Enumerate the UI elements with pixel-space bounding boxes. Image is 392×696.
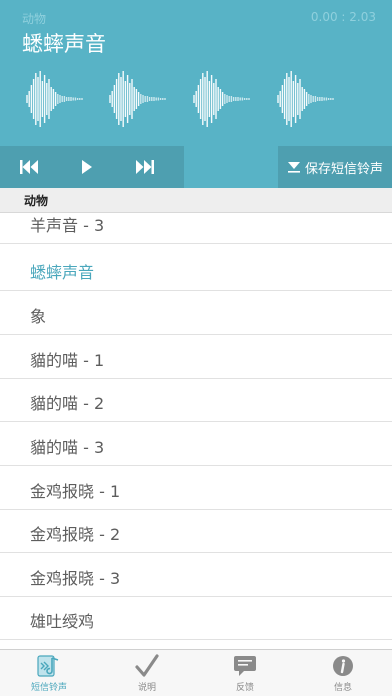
tab-label: 说明 [137, 683, 156, 693]
list-item-label: 金鸡报晓 - 3 [30, 569, 121, 588]
ringtone-icon [37, 655, 59, 677]
tab-instructions[interactable]: 说明 [98, 650, 196, 696]
player-controls: 保存短信铃声 [0, 146, 392, 188]
previous-button[interactable] [0, 146, 58, 188]
list-item-label: 貓的喵 - 3 [30, 438, 105, 457]
list-item[interactable]: 貓的喵 - 1 [0, 336, 392, 379]
list-item[interactable]: 金鸡报晓 - 2 [0, 510, 392, 553]
list-item[interactable]: 雄吐绶鸡 [0, 597, 392, 640]
list-item-label: 金鸡报晓 - 2 [30, 525, 121, 544]
list-item-label: 雄吐绶鸡 [30, 612, 95, 631]
list-item[interactable]: 金鸡报晓 - 3 [0, 554, 392, 597]
tab-ringtones[interactable]: 短信铃声 [0, 650, 98, 696]
category-label: 动物 [22, 12, 47, 26]
skip-back-icon [20, 160, 38, 174]
checkmark-icon [135, 654, 159, 677]
list-item-label: 金鸡报晓 - 1 [30, 482, 121, 501]
list-item-label: 蟋蟀声音 [30, 263, 95, 282]
list-item[interactable]: 金鸡报晓 - 1 [0, 467, 392, 510]
info-icon [333, 656, 353, 676]
sound-list: 羊声音 - 3 蟋蟀声音 象 貓的喵 - 1 貓的喵 - 2 貓的喵 - 3 金… [0, 213, 392, 649]
section-title: 动物 [24, 194, 49, 208]
list-item-label: 貓的喵 - 1 [30, 351, 105, 370]
save-ringtone-button[interactable]: 保存短信铃声 [278, 146, 392, 188]
section-header: 动物 [0, 188, 392, 213]
list-item[interactable]: 貓的喵 - 3 [0, 423, 392, 466]
tab-label: 短信铃声 [30, 683, 67, 693]
time-readout: 0.00 : 2.03 [310, 10, 376, 24]
list-item[interactable]: 象 [0, 292, 392, 335]
list-item[interactable]: 羊声音 - 3 [0, 213, 392, 244]
list-item[interactable]: 貓的喵 - 2 [0, 379, 392, 422]
tab-info[interactable]: 信息 [294, 650, 392, 696]
skip-forward-icon [136, 160, 154, 174]
tab-label: 反馈 [235, 683, 254, 693]
list-item-label: 羊声音 - 3 [30, 216, 105, 235]
tab-feedback[interactable]: 反馈 [196, 650, 294, 696]
download-icon [287, 162, 300, 173]
transport-controls [0, 146, 184, 188]
waveform[interactable] [0, 68, 392, 130]
next-button[interactable] [116, 146, 174, 188]
chat-bubble-icon [234, 656, 256, 676]
tab-bar: 短信铃声 说明 反馈 信息 [0, 649, 392, 696]
list-item-selected[interactable]: 蟋蟀声音 [0, 248, 392, 291]
list-item-label: 貓的喵 - 2 [30, 394, 105, 413]
list-item-label: 象 [30, 307, 47, 326]
tab-label: 信息 [333, 683, 352, 693]
sound-title: 蟋蟀声音 [22, 32, 106, 56]
save-ringtone-label: 保存短信铃声 [304, 161, 383, 177]
play-button[interactable] [58, 146, 116, 188]
play-icon [82, 160, 92, 174]
